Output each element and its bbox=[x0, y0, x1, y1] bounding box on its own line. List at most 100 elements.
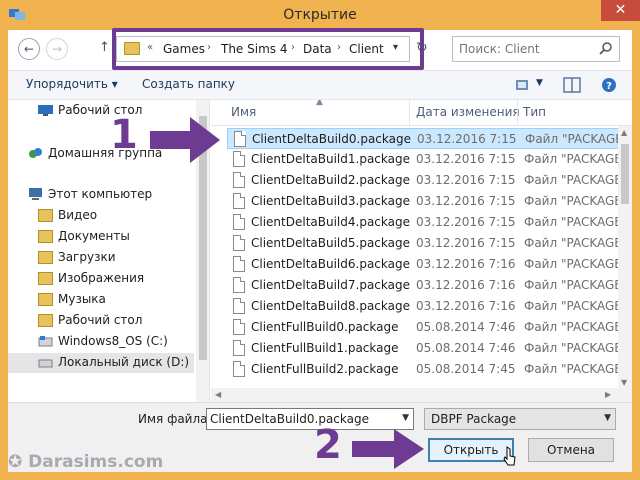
column-separator[interactable] bbox=[517, 100, 518, 126]
file-date: 03.12.2016 7:16 bbox=[416, 257, 516, 271]
sidebar-item-desktop-folder[interactable]: Рабочий стол bbox=[8, 311, 194, 331]
file-type: Файл "PACKAGE" bbox=[525, 132, 629, 146]
file-list-hscrollbar[interactable]: ◀ ▶ bbox=[211, 388, 618, 402]
table-row[interactable]: ClientDeltaBuild4.package 03.12.2016 7:1… bbox=[227, 212, 627, 233]
chevron-down-icon[interactable]: ▼ bbox=[536, 78, 543, 88]
open-file-dialog: Открытие ✕ ← → ↑ « Games › The Sims 4 › … bbox=[0, 0, 640, 480]
column-date-header[interactable]: Дата изменения bbox=[416, 105, 520, 119]
file-type: Файл "PACKAGE" bbox=[524, 299, 628, 313]
search-icon[interactable] bbox=[599, 41, 613, 55]
chevron-down-icon[interactable]: ▼ bbox=[402, 413, 409, 423]
filename-combobox[interactable]: ▼ bbox=[206, 408, 414, 430]
chevron-right-icon[interactable]: › bbox=[207, 42, 211, 53]
preview-pane-icon[interactable] bbox=[561, 75, 583, 95]
back-button[interactable]: ← bbox=[18, 38, 40, 60]
scroll-up-icon[interactable]: ▲ bbox=[621, 128, 627, 137]
mouse-cursor-icon bbox=[503, 446, 516, 466]
sidebar-item-video[interactable]: Видео bbox=[8, 206, 194, 226]
file-type: Файл "PACKAGE" bbox=[524, 257, 628, 271]
refresh-icon[interactable]: ↻ bbox=[416, 40, 428, 56]
up-button[interactable]: ↑ bbox=[99, 40, 113, 58]
column-type-header[interactable]: Тип bbox=[523, 105, 546, 119]
address-overflow[interactable]: « bbox=[147, 42, 153, 53]
chevron-down-icon[interactable]: ▾ bbox=[393, 42, 398, 53]
breadcrumb-games[interactable]: Games bbox=[163, 42, 205, 56]
sidebar-item-this-pc[interactable]: Этот компьютер bbox=[8, 185, 194, 205]
table-row[interactable]: ClientFullBuild2.package 05.08.2014 7:45… bbox=[227, 359, 627, 380]
cancel-button[interactable]: Отмена bbox=[528, 438, 614, 462]
sidebar-item-label: Windows8_OS (C:) bbox=[58, 334, 168, 348]
file-date: 03.12.2016 7:15 bbox=[416, 215, 516, 229]
title-bar[interactable]: Открытие ✕ bbox=[0, 0, 640, 30]
file-type: Файл "PACKAGE" bbox=[524, 278, 628, 292]
breadcrumb-the-sims-4[interactable]: The Sims 4 bbox=[221, 42, 287, 56]
open-button[interactable]: Открыть bbox=[428, 438, 514, 462]
sort-ascending-icon: ▲ bbox=[316, 100, 323, 107]
search-input[interactable] bbox=[459, 41, 597, 57]
chevron-right-icon[interactable]: › bbox=[291, 42, 295, 53]
file-type: Файл "PACKAGE" bbox=[524, 341, 628, 355]
sidebar-item-drive-d[interactable]: Локальный диск (D:) bbox=[8, 353, 194, 373]
file-date: 03.12.2016 7:16 bbox=[416, 299, 516, 313]
file-date: 03.12.2016 7:16 bbox=[416, 278, 516, 292]
breadcrumb-data[interactable]: Data bbox=[303, 42, 332, 56]
file-name: ClientFullBuild1.package bbox=[251, 341, 399, 355]
drive-icon bbox=[38, 336, 53, 347]
file-type: Файл "PACKAGE" bbox=[524, 173, 628, 187]
forward-button[interactable]: → bbox=[46, 38, 68, 60]
table-row[interactable]: ClientDeltaBuild3.package 03.12.2016 7:1… bbox=[227, 191, 627, 212]
file-icon bbox=[233, 319, 245, 335]
search-box[interactable] bbox=[452, 36, 620, 62]
scroll-down-icon[interactable]: ▼ bbox=[621, 378, 627, 387]
sidebar-item-label: Видео bbox=[58, 208, 98, 222]
table-row[interactable]: ClientDeltaBuild5.package 03.12.2016 7:1… bbox=[227, 233, 627, 254]
table-row[interactable]: ClientDeltaBuild7.package 03.12.2016 7:1… bbox=[227, 275, 627, 296]
sidebar-item-label: Музыка bbox=[58, 292, 106, 306]
address-row: ← → ↑ « Games › The Sims 4 › Data › Clie… bbox=[8, 28, 632, 70]
file-date: 05.08.2014 7:46 bbox=[416, 341, 516, 355]
view-options-icon[interactable] bbox=[513, 75, 535, 95]
chevron-down-icon[interactable]: ▼ bbox=[604, 413, 611, 423]
file-type: Файл "PACKAGE" bbox=[524, 215, 628, 229]
new-folder-button[interactable]: Создать папку bbox=[142, 77, 235, 91]
table-row[interactable]: ClientDeltaBuild8.package 03.12.2016 7:1… bbox=[227, 296, 627, 317]
chevron-right-icon[interactable]: › bbox=[337, 42, 341, 53]
homegroup-icon bbox=[29, 148, 42, 158]
sidebar-item-music[interactable]: Музыка bbox=[8, 290, 194, 310]
table-row[interactable]: ClientDeltaBuild1.package 03.12.2016 7:1… bbox=[227, 149, 627, 170]
sidebar-item-drive-c[interactable]: Windows8_OS (C:) bbox=[8, 332, 194, 352]
sidebar-item-downloads[interactable]: Загрузки bbox=[8, 248, 194, 268]
help-icon[interactable]: ? bbox=[598, 75, 620, 95]
sidebar-item-documents[interactable]: Документы bbox=[8, 227, 194, 247]
scroll-left-icon[interactable]: ◀ bbox=[215, 390, 221, 399]
sidebar-item-label: Домашняя группа bbox=[48, 146, 163, 160]
address-bar[interactable]: « Games › The Sims 4 › Data › Client ▾ bbox=[116, 36, 410, 62]
drive-icon bbox=[38, 359, 53, 368]
folder-icon bbox=[38, 272, 53, 285]
file-date: 03.12.2016 7:15 bbox=[416, 236, 516, 250]
filename-input[interactable] bbox=[210, 411, 390, 427]
file-name: ClientDeltaBuild7.package bbox=[251, 278, 410, 292]
scrollbar-thumb[interactable] bbox=[621, 144, 629, 204]
file-date: 05.08.2014 7:46 bbox=[416, 320, 516, 334]
scroll-right-icon[interactable]: ▶ bbox=[605, 390, 611, 399]
filetype-value: DBPF Package bbox=[431, 412, 517, 426]
file-name: ClientDeltaBuild6.package bbox=[251, 257, 410, 271]
folder-icon bbox=[38, 209, 53, 222]
table-row[interactable]: ClientFullBuild0.package 05.08.2014 7:46… bbox=[227, 317, 627, 338]
table-row[interactable]: ClientDeltaBuild6.package 03.12.2016 7:1… bbox=[227, 254, 627, 275]
organize-button[interactable]: Упорядочить ▾ bbox=[26, 77, 118, 91]
column-name-header[interactable]: Имя bbox=[231, 105, 256, 119]
filetype-select[interactable]: DBPF Package ▼ bbox=[424, 408, 616, 430]
file-name: ClientFullBuild0.package bbox=[251, 320, 399, 334]
sidebar-item-pictures[interactable]: Изображения bbox=[8, 269, 194, 289]
folder-icon bbox=[38, 251, 53, 264]
breadcrumb-client[interactable]: Client bbox=[349, 42, 384, 56]
file-list-scrollbar[interactable]: ▲ ▼ bbox=[618, 126, 632, 402]
table-row[interactable]: ClientDeltaBuild2.package 03.12.2016 7:1… bbox=[227, 170, 627, 191]
close-button[interactable]: ✕ bbox=[601, 0, 640, 21]
table-row[interactable]: ClientFullBuild1.package 05.08.2014 7:46… bbox=[227, 338, 627, 359]
column-separator[interactable] bbox=[409, 100, 410, 126]
file-type: Файл "PACKAGE" bbox=[524, 320, 628, 334]
table-row[interactable]: ClientDeltaBuild0.package 03.12.2016 7:1… bbox=[227, 128, 628, 149]
